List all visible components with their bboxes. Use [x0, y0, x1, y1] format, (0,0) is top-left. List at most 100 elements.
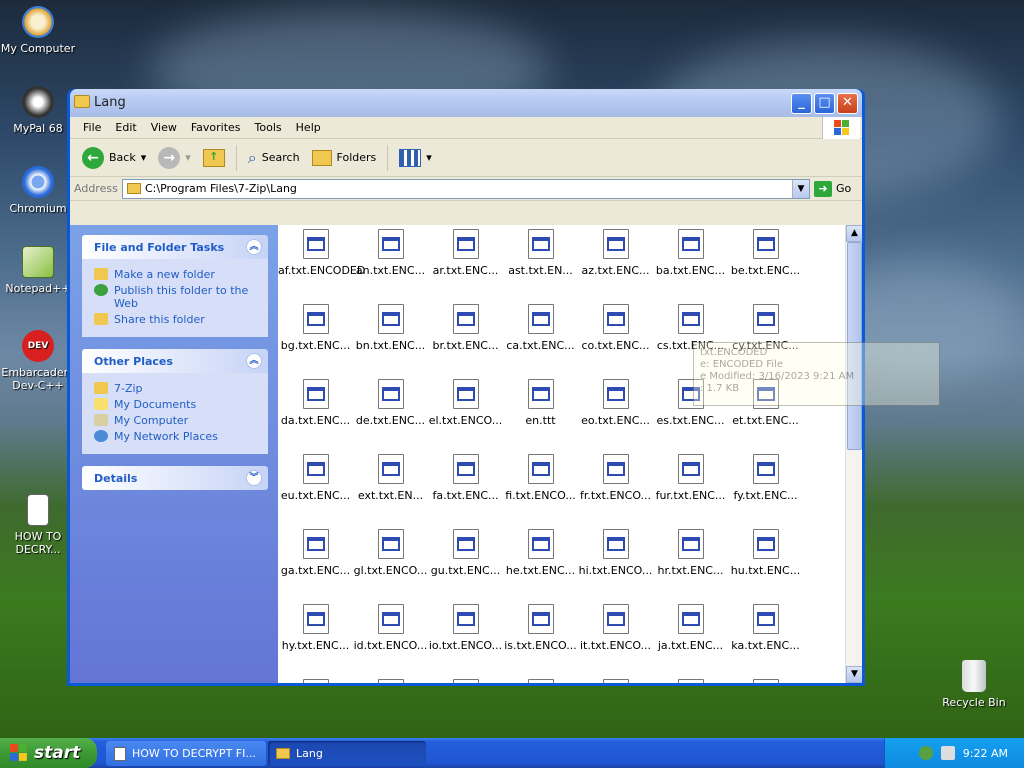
file-item[interactable]: eo.txt.ENC...	[578, 377, 653, 427]
collapse-icon[interactable]: ︽	[246, 353, 262, 369]
file-item[interactable]	[353, 677, 428, 683]
place-my-documents-link[interactable]: My Documents	[94, 398, 260, 411]
file-item[interactable]: an.txt.ENC...	[353, 227, 428, 277]
file-item[interactable]: hi.txt.ENCO...	[578, 527, 653, 577]
panel-header[interactable]: Other Places ︽	[82, 349, 268, 373]
file-item[interactable]: bg.txt.ENC...	[278, 302, 353, 352]
file-item[interactable]: io.txt.ENCO...	[428, 602, 503, 652]
file-item[interactable]: de.txt.ENC...	[353, 377, 428, 427]
go-button[interactable]: ➜ Go	[814, 180, 858, 197]
title-bar[interactable]: Lang _ □ ✕	[70, 89, 862, 117]
share-folder-link[interactable]: Share this folder	[94, 313, 260, 326]
file-item[interactable]: eu.txt.ENC...	[278, 452, 353, 502]
volume-tray-icon[interactable]	[940, 746, 955, 760]
file-item[interactable]: co.txt.ENC...	[578, 302, 653, 352]
place-my-computer-link[interactable]: My Computer	[94, 414, 260, 427]
network-tray-icon[interactable]	[918, 746, 933, 760]
file-item[interactable]	[653, 677, 728, 683]
file-item[interactable]: be.txt.ENC...	[728, 227, 803, 277]
chevron-down-icon[interactable]: ▾	[141, 151, 147, 164]
file-item[interactable]: gl.txt.ENCO...	[353, 527, 428, 577]
file-item[interactable]: az.txt.ENC...	[578, 227, 653, 277]
file-item[interactable]: id.txt.ENCO...	[353, 602, 428, 652]
file-item[interactable]: hu.txt.ENC...	[728, 527, 803, 577]
text-file-icon	[527, 529, 554, 559]
desktop-icon-my-computer[interactable]: My Computer	[0, 6, 78, 55]
close-button[interactable]: ✕	[837, 93, 858, 114]
file-item[interactable]: he.txt.ENC...	[503, 527, 578, 577]
scroll-up-button[interactable]: ▲	[846, 225, 862, 242]
go-label: Go	[836, 182, 852, 195]
up-folder-button[interactable]: ↑	[199, 147, 229, 169]
taskbar-task-lang[interactable]: Lang	[268, 741, 426, 766]
text-file-icon	[452, 229, 479, 259]
make-new-folder-link[interactable]: Make a new folder	[94, 268, 260, 281]
views-button[interactable]: ▾	[395, 147, 436, 169]
folders-button[interactable]: Folders	[308, 148, 381, 168]
text-file-icon	[677, 679, 704, 683]
collapse-icon[interactable]: ︽	[246, 239, 262, 255]
menu-edit[interactable]: Edit	[108, 121, 143, 134]
file-item[interactable]: af.txt.ENCODED	[278, 227, 365, 277]
file-item[interactable]: gu.txt.ENC...	[428, 527, 503, 577]
scroll-down-button[interactable]: ▼	[846, 666, 862, 683]
forward-button[interactable]: → ▾	[154, 145, 195, 171]
menu-file[interactable]: File	[76, 121, 108, 134]
file-item[interactable]: it.txt.ENCO...	[578, 602, 653, 652]
file-item[interactable]	[578, 677, 653, 683]
text-file-icon	[302, 679, 329, 683]
publish-web-link[interactable]: Publish this folder to the Web	[94, 284, 260, 310]
file-item[interactable]: en.ttt	[503, 377, 578, 427]
start-button[interactable]: start	[0, 738, 97, 768]
place-7zip-link[interactable]: 7-Zip	[94, 382, 260, 395]
file-item[interactable]: ba.txt.ENC...	[653, 227, 728, 277]
address-field[interactable]: C:\Program Files\7-Zip\Lang ▼	[122, 178, 810, 199]
menu-favorites[interactable]: Favorites	[184, 121, 248, 134]
file-item[interactable]: ca.txt.ENC...	[503, 302, 578, 352]
taskbar: start HOW TO DECRYPT FI... Lang 9:22 AM	[0, 738, 1024, 768]
file-item[interactable]: ka.txt.ENC...	[728, 602, 803, 652]
taskbar-task-decrypt[interactable]: HOW TO DECRYPT FI...	[106, 741, 266, 766]
desktop-icon-recycle-bin[interactable]: Recycle Bin	[934, 660, 1014, 709]
minimize-button[interactable]: _	[791, 93, 812, 114]
menu-help[interactable]: Help	[289, 121, 328, 134]
panel-header[interactable]: File and Folder Tasks ︽	[82, 235, 268, 259]
file-item[interactable]: fr.txt.ENCO...	[578, 452, 653, 502]
file-item[interactable]: ja.txt.ENC...	[653, 602, 728, 652]
file-item[interactable]: fa.txt.ENC...	[428, 452, 503, 502]
file-item[interactable]: hy.txt.ENC...	[278, 602, 353, 652]
task-pane: File and Folder Tasks ︽ Make a new folde…	[70, 225, 278, 683]
file-item[interactable]: fur.txt.ENC...	[653, 452, 728, 502]
file-item[interactable]: ar.txt.ENC...	[428, 227, 503, 277]
panel-body: Make a new folder Publish this folder to…	[82, 259, 268, 337]
file-item[interactable]: br.txt.ENC...	[428, 302, 503, 352]
file-item[interactable]	[278, 677, 353, 683]
expand-icon[interactable]: ︾	[246, 470, 262, 486]
file-item[interactable]: ga.txt.ENC...	[278, 527, 353, 577]
search-button[interactable]: ⌕ Search	[244, 146, 304, 170]
file-item[interactable]: is.txt.ENCO...	[503, 602, 578, 652]
menu-tools[interactable]: Tools	[248, 121, 289, 134]
file-item[interactable]: fi.txt.ENCO...	[503, 452, 578, 502]
file-item[interactable]: ast.txt.EN...	[503, 227, 578, 277]
panel-header[interactable]: Details ︾	[82, 466, 268, 490]
text-file-icon	[602, 304, 629, 334]
text-file-icon	[452, 379, 479, 409]
file-item[interactable]: hr.txt.ENC...	[653, 527, 728, 577]
address-dropdown-button[interactable]: ▼	[792, 179, 809, 198]
file-item[interactable]	[428, 677, 503, 683]
file-item[interactable]	[503, 677, 578, 683]
toolbar: ← Back ▾ → ▾ ↑ ⌕ Search Folders ▾	[70, 139, 862, 177]
file-item[interactable]: ext.txt.EN...	[353, 452, 428, 502]
maximize-button[interactable]: □	[814, 93, 835, 114]
clock[interactable]: 9:22 AM	[963, 747, 1008, 760]
vertical-scrollbar[interactable]: ▲ ▼	[845, 225, 862, 683]
file-item[interactable]: el.txt.ENCO...	[428, 377, 503, 427]
menu-view[interactable]: View	[144, 121, 184, 134]
back-button[interactable]: ← Back ▾	[78, 145, 150, 171]
place-network-link[interactable]: My Network Places	[94, 430, 260, 443]
file-item[interactable]: da.txt.ENC...	[278, 377, 353, 427]
file-item[interactable]: bn.txt.ENC...	[353, 302, 428, 352]
file-item[interactable]: fy.txt.ENC...	[728, 452, 803, 502]
file-item[interactable]	[728, 677, 803, 683]
